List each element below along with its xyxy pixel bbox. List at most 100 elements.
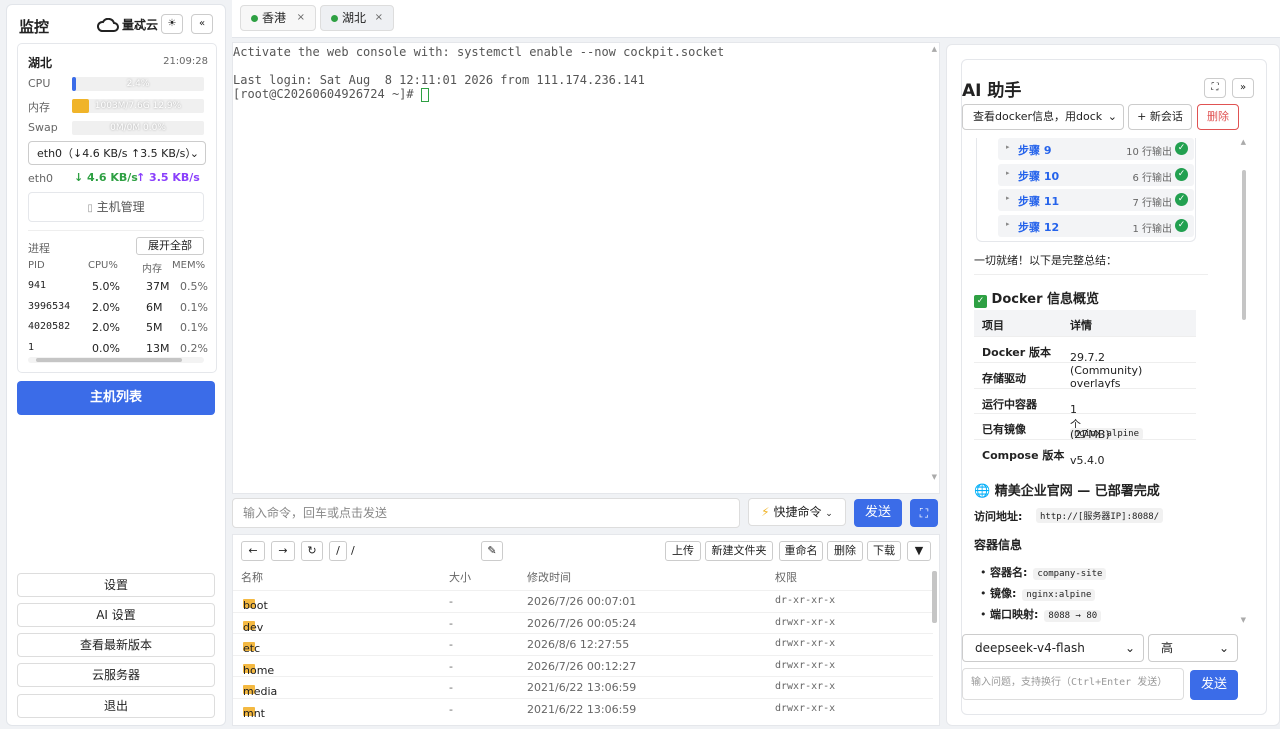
proc-mem: 6M — [146, 300, 163, 314]
refresh-icon[interactable]: ↻ — [301, 541, 323, 561]
close-icon[interactable]: × — [375, 6, 383, 30]
host-manage-button[interactable]: ▯ 主机管理 — [28, 192, 204, 222]
command-input[interactable]: 输入命令，回车或点击发送 — [232, 498, 740, 528]
edit-path-icon[interactable]: ✎ — [481, 541, 503, 561]
send-command-button[interactable]: 发送 — [854, 499, 902, 527]
fullscreen-icon[interactable]: ⛶ — [910, 499, 938, 527]
proc-row: 941 5.0% 37M 0.5% — [28, 277, 214, 297]
brand-logo: 量忒云 — [97, 16, 158, 33]
session-select[interactable]: 查看docker信息，用dock ⌄ — [962, 104, 1124, 130]
path-display: / — [351, 544, 355, 557]
new-session-button[interactable]: + 新会话 — [1128, 104, 1192, 130]
file-name: boot — [243, 599, 268, 612]
file-name: home — [243, 663, 275, 677]
proc-cpu: 2.0% — [92, 321, 120, 334]
logout-link[interactable]: 退出 — [17, 694, 215, 718]
check-icon: ✓ — [974, 295, 987, 308]
level-select[interactable]: 高 ⌄ — [1148, 634, 1238, 662]
file-perm: drwxr-xr-x — [775, 681, 836, 692]
tab-hongkong[interactable]: 香港 × — [240, 5, 316, 31]
level-select-value: 高 — [1161, 641, 1174, 655]
file-row[interactable]: etc - 2026/8/6 12:27:55 drwxr-xr-x — [233, 633, 933, 655]
delete-button[interactable]: 删除 — [827, 541, 863, 561]
upload-button[interactable]: 上传 — [665, 541, 701, 561]
delete-session-button[interactable]: 删除 — [1197, 104, 1239, 130]
ai-send-button[interactable]: 发送 — [1190, 670, 1238, 700]
file-row[interactable]: media - 2021/6/22 13:06:59 drwxr-xr-x — [233, 676, 933, 698]
file-size: - — [449, 638, 453, 651]
tab-label: 香港 — [262, 11, 287, 25]
session-select-value: 查看docker信息，用dock — [973, 110, 1103, 123]
root-path-button[interactable]: / — [329, 541, 347, 561]
tab-hubei[interactable]: 湖北 × — [320, 5, 394, 31]
proc-cpu: 2.0% — [92, 300, 120, 314]
ai-settings-link[interactable]: AI 设置 — [17, 603, 215, 627]
chat-scrollbar[interactable] — [1242, 170, 1246, 320]
bullet-value: company-site — [1033, 568, 1107, 580]
docker-value: v5.4.0 — [1070, 454, 1105, 468]
docker-heading-text: Docker 信息概览 — [991, 292, 1100, 307]
file-row[interactable]: dev - 2026/7/26 00:05:24 drwxr-xr-x — [233, 611, 933, 634]
expand-icon[interactable]: ⛶ — [1204, 78, 1226, 98]
terminal[interactable]: Activate the web console with: systemctl… — [232, 42, 940, 494]
cpu-value: 2.4% — [126, 79, 150, 89]
step-label: 步骤 9 — [1018, 144, 1052, 157]
proc-mem: 37M — [146, 280, 170, 293]
file-row[interactable]: mnt - 2021/6/22 13:06:59 drwxr-xr-x — [233, 697, 933, 720]
nic-select-value: eth0（↓4.6 KB/s ↑3.5 KB/s） — [37, 147, 197, 160]
step-item[interactable]: ▸ 步骤 11 7 行输出 ✓ — [998, 189, 1194, 211]
step-item[interactable]: ▸ 步骤 9 10 行输出 ✓ — [998, 138, 1194, 160]
file-scrollbar[interactable] — [932, 571, 937, 623]
proc-row: 4020582 2.0% 5M 0.1% — [28, 318, 214, 338]
download-button[interactable]: 下载 — [867, 541, 901, 561]
step-label: 步骤 12 — [1018, 220, 1060, 234]
file-row[interactable]: home - 2026/7/26 00:12:27 drwxr-xr-x — [233, 654, 933, 677]
quick-command-button[interactable]: ⚡ 快捷命令 ⌄ — [748, 498, 846, 526]
forward-icon[interactable]: → — [271, 541, 295, 561]
file-mtime: 2021/6/22 13:06:59 — [527, 702, 637, 716]
chevron-down-icon: ⌄ — [825, 509, 833, 519]
chevron-down-icon: ⌄ — [1124, 641, 1135, 655]
chevron-down-icon: ⌄ — [189, 147, 199, 160]
cpu-label: CPU — [28, 77, 51, 90]
session-tabs: 香港 × 湖北 × — [232, 0, 1280, 38]
command-bar: 输入命令，回车或点击发送 ⚡ 快捷命令 ⌄ 发送 ⛶ — [232, 498, 940, 530]
back-icon[interactable]: ← — [241, 541, 265, 561]
docker-table-header: 项目 详情 — [974, 310, 1196, 336]
collapse-panel-icon[interactable]: » — [1232, 78, 1254, 98]
close-icon[interactable]: × — [297, 6, 305, 30]
step-item[interactable]: ▸ 步骤 10 6 行输出 ✓ — [998, 163, 1194, 186]
proc-col-mem: 内存 — [142, 264, 162, 275]
col-size: 大小 — [449, 571, 471, 584]
proc-scrollbar[interactable] — [28, 357, 204, 363]
docker-key: Compose 版本 — [982, 449, 1065, 463]
rename-button[interactable]: 重命名 — [779, 541, 823, 561]
more-menu-icon[interactable]: ▼ — [907, 541, 931, 561]
file-row[interactable]: boot - 2026/7/26 00:07:01 dr-xr-xr-x — [233, 590, 933, 612]
bullet-value: 8088 → 80 — [1044, 610, 1102, 622]
step-item[interactable]: ▸ 步骤 12 1 行输出 ✓ — [998, 214, 1194, 237]
expand-all-button[interactable]: 展开全部 — [136, 237, 204, 255]
proc-mem: 5M — [146, 321, 163, 334]
ai-title: AI 助手 — [962, 81, 1022, 101]
file-name: etc — [243, 642, 261, 655]
scroll-up-icon[interactable]: ▲ — [932, 45, 937, 53]
collapse-sidebar-icon[interactable]: « — [191, 14, 213, 34]
cloud-server-link[interactable]: 云服务器 — [17, 663, 215, 687]
scroll-down-icon[interactable]: ▼ — [932, 473, 937, 481]
theme-toggle-icon[interactable]: ☀ — [161, 14, 183, 34]
scroll-down-icon[interactable]: ▼ — [1241, 616, 1246, 624]
scroll-up-icon[interactable]: ▲ — [1241, 138, 1246, 146]
nic-select[interactable]: eth0（↓4.6 KB/s ↑3.5 KB/s） ⌄ — [28, 141, 206, 165]
ai-question-input[interactable]: 输入问题，支持换行（Ctrl+Enter 发送） — [962, 668, 1184, 700]
container-bullet: • 镜像: nginx:alpine — [980, 585, 1096, 601]
settings-link[interactable]: 设置 — [17, 573, 215, 597]
host-list-button[interactable]: 主机列表 — [17, 381, 215, 415]
new-folder-button[interactable]: 新建文件夹 — [705, 541, 773, 561]
model-select[interactable]: deepseek-v4-flash ⌄ — [962, 634, 1144, 662]
check-circle-icon: ✓ — [1175, 167, 1188, 181]
file-name: media — [243, 685, 278, 698]
caret-right-icon: ▸ — [1006, 219, 1010, 228]
latest-version-link[interactable]: 查看最新版本 — [17, 633, 215, 657]
host-time: 21:09:28 — [163, 56, 208, 67]
